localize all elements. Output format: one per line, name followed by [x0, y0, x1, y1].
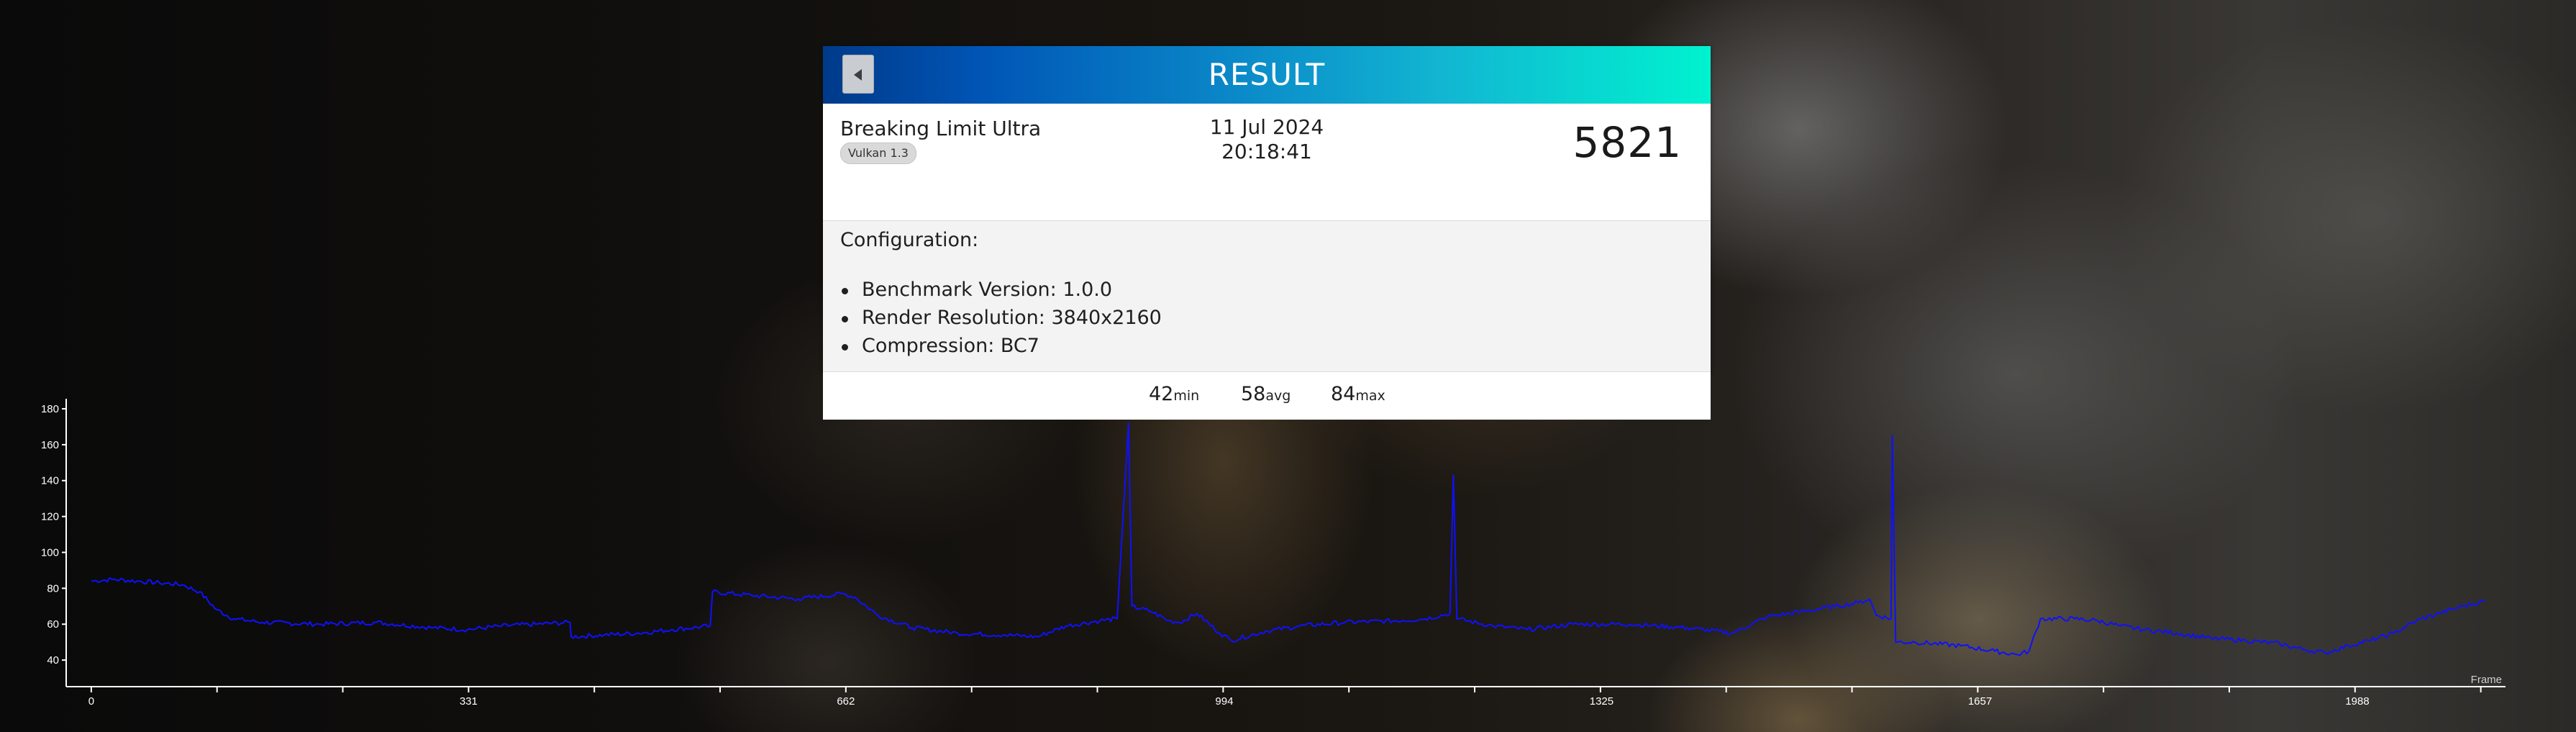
y-tick-label: 140 — [41, 475, 59, 487]
x-tick-label: 662 — [837, 695, 855, 708]
result-header: RESULT — [823, 46, 1711, 104]
config-compression: Compression: BC7 — [840, 333, 1162, 361]
run-time: 20:18:41 — [1221, 140, 1312, 163]
y-tick-label: 40 — [47, 654, 59, 667]
config-benchmark-version: Benchmark Version: 1.0.0 — [840, 277, 1162, 305]
configuration-heading: Configuration: — [840, 229, 979, 251]
y-tick-label: 160 — [41, 439, 59, 451]
result-panel: RESULT Breaking Limit Ultra Vulkan 1.3 1… — [823, 46, 1711, 420]
fps-series-line — [91, 422, 2485, 656]
score-value: 5821 — [1573, 118, 1682, 167]
x-axis-label: Frame — [2471, 674, 2502, 686]
fps-chart: 40 60 80 100 120 140 160 180 0 331 662 994 1325 1657… — [41, 399, 2506, 708]
y-tick-label: 60 — [47, 618, 59, 631]
y-tick-label: 100 — [41, 546, 59, 559]
configuration-list: Benchmark Version: 1.0.0 Render Resoluti… — [840, 277, 1162, 361]
config-render-resolution: Render Resolution: 3840x2160 — [840, 305, 1162, 333]
x-tick-label: 1657 — [1968, 695, 1992, 708]
benchmark-name: Breaking Limit Ultra — [840, 117, 1042, 140]
x-tick-label: 994 — [1215, 695, 1233, 708]
x-axis: 0 331 662 994 1325 1657 1988 Frame — [66, 674, 2506, 708]
configuration-section: Configuration: Benchmark Version: 1.0.0 … — [823, 221, 1711, 372]
y-axis: 40 60 80 100 120 140 160 180 — [41, 399, 67, 687]
y-tick-label: 80 — [47, 582, 59, 595]
x-tick-label: 1325 — [1590, 695, 1614, 708]
y-tick-label: 180 — [41, 403, 59, 415]
back-button[interactable] — [842, 55, 874, 94]
y-tick-label: 120 — [41, 511, 59, 523]
chevron-left-icon — [854, 69, 862, 81]
fps-series — [91, 422, 2485, 656]
result-summary: Breaking Limit Ultra Vulkan 1.3 11 Jul 2… — [823, 104, 1711, 221]
run-date: 11 Jul 2024 — [1209, 115, 1324, 139]
x-tick-label: 0 — [88, 695, 94, 708]
x-tick-label: 331 — [460, 695, 478, 708]
result-title: RESULT — [1208, 57, 1326, 92]
x-tick-label: 1988 — [2345, 695, 2369, 708]
api-badge: Vulkan 1.3 — [840, 143, 916, 164]
